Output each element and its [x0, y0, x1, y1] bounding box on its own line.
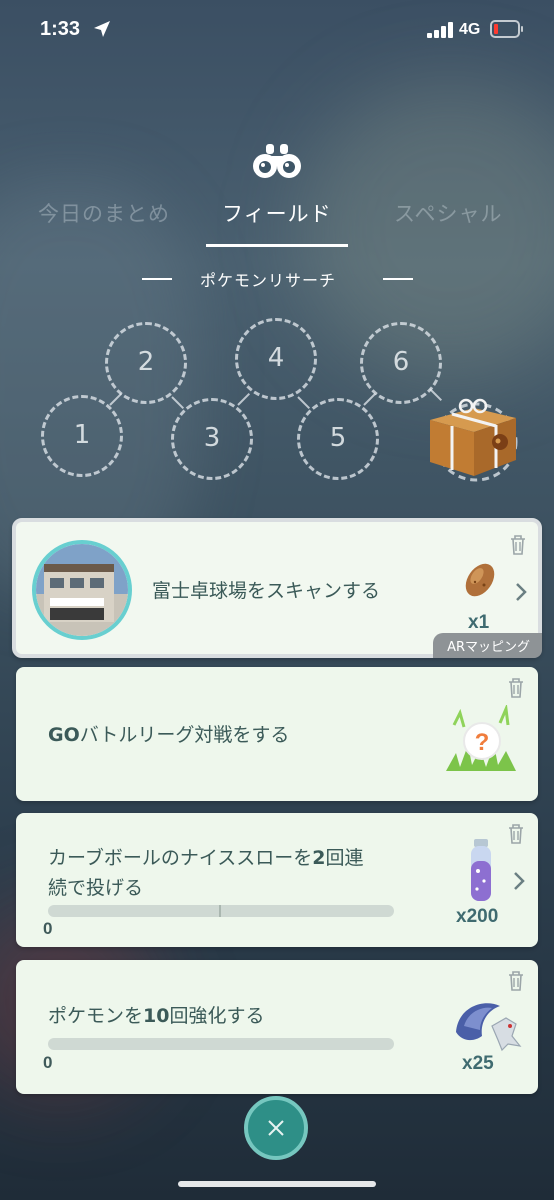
progress-tick	[219, 905, 221, 917]
trash-icon[interactable]	[507, 970, 525, 992]
task-text-part: 回強化する	[169, 1005, 265, 1027]
stamp-1: 1	[41, 395, 123, 477]
ar-mapping-badge: ARマッピング	[433, 633, 542, 658]
status-time: 1:33	[40, 18, 81, 40]
reward-count: x1	[468, 612, 490, 633]
tab-special[interactable]: スペシャル	[394, 198, 503, 228]
network-type: 4G	[459, 21, 481, 38]
task-description-bold: GO	[48, 724, 80, 746]
building-photo-icon	[36, 544, 128, 636]
task-card-curveball[interactable]: カーブボールのナイススローを2回連 続で投げる 0 x200	[16, 813, 538, 947]
task-text-part: ポケモンを	[48, 1005, 144, 1027]
stamp-number: 1	[73, 420, 91, 450]
stamp-number: 6	[392, 347, 410, 377]
trash-icon[interactable]	[507, 823, 525, 845]
task-text-part: カーブボールのナイススローを	[48, 847, 313, 869]
section-heading: ポケモンリサーチ	[0, 266, 554, 290]
battery-low-icon	[490, 20, 523, 38]
task-text-bold: 10	[143, 1005, 170, 1027]
progress-bar	[48, 1038, 394, 1050]
close-icon	[268, 1120, 284, 1136]
task-card-scan[interactable]: 富士卓球場をスキャンする x1 ARマッピング	[12, 518, 542, 658]
task-description: カーブボールのナイススローを2回連 続で投げる	[48, 843, 364, 903]
trash-icon[interactable]	[509, 534, 527, 556]
close-button[interactable]	[244, 1096, 308, 1160]
progress-count: 0	[43, 1053, 53, 1072]
stamp-number: 4	[267, 343, 285, 373]
mystery-encounter-icon: ?	[446, 705, 516, 771]
research-breakthrough-box-icon[interactable]	[418, 390, 526, 482]
research-tabs: 今日のまとめ フィールド スペシャル	[0, 198, 554, 238]
progress-bar	[48, 905, 394, 917]
task-description-rest: バトルリーグ対戦をする	[79, 724, 290, 746]
pokestop-photo	[32, 540, 132, 640]
stamp-connector	[237, 392, 251, 406]
chevron-right-icon[interactable]	[515, 582, 527, 602]
divider-right	[383, 278, 413, 280]
stamp-number: 5	[329, 423, 347, 453]
divider-left	[142, 278, 172, 280]
tab-field[interactable]: フィールド	[222, 198, 332, 228]
potato-icon	[465, 563, 495, 597]
active-tab-indicator	[206, 244, 348, 247]
status-bar: 1:33 4G	[0, 0, 554, 60]
svg-text:?: ?	[475, 729, 490, 756]
stamp-number: 2	[137, 347, 155, 377]
task-description: 富士卓球場をスキャンする	[152, 580, 381, 602]
stamp-number: 3	[203, 423, 221, 453]
task-description-line1: カーブボールのナイススローを2回連	[48, 843, 364, 873]
task-description-line2: 続で投げる	[48, 877, 144, 899]
task-card-power-up[interactable]: ポケモンを10回強化する 0 x25	[16, 960, 538, 1094]
home-indicator[interactable]	[178, 1181, 376, 1187]
task-text-part: 回連	[325, 847, 364, 869]
stamp-3: 3	[171, 398, 253, 480]
stamp-connector	[297, 396, 311, 410]
reward-count: x200	[456, 906, 499, 927]
stamp-connector	[171, 396, 185, 410]
section-title: ポケモンリサーチ	[200, 271, 337, 290]
binoculars-icon	[253, 144, 301, 178]
stamp-5: 5	[297, 398, 379, 480]
task-description: GOバトルリーグ対戦をする	[48, 720, 289, 750]
reward-count: x25	[462, 1053, 494, 1074]
mega-energy-icon	[456, 1003, 522, 1052]
task-card-battle-league[interactable]: GOバトルリーグ対戦をする ?	[16, 667, 538, 801]
chevron-right-icon[interactable]	[513, 871, 525, 891]
location-arrow-icon	[94, 21, 110, 37]
stamp-2: 2	[105, 322, 187, 404]
stamp-4: 4	[235, 318, 317, 400]
progress-count: 0	[43, 919, 53, 938]
stamp-connector	[363, 392, 377, 406]
stardust-icon	[471, 839, 491, 901]
trash-icon[interactable]	[507, 677, 525, 699]
task-text-bold: 2	[312, 847, 326, 869]
task-description: ポケモンを10回強化する	[48, 1001, 264, 1031]
cellular-signal-icon	[427, 22, 453, 38]
tab-today[interactable]: 今日のまとめ	[38, 198, 170, 228]
